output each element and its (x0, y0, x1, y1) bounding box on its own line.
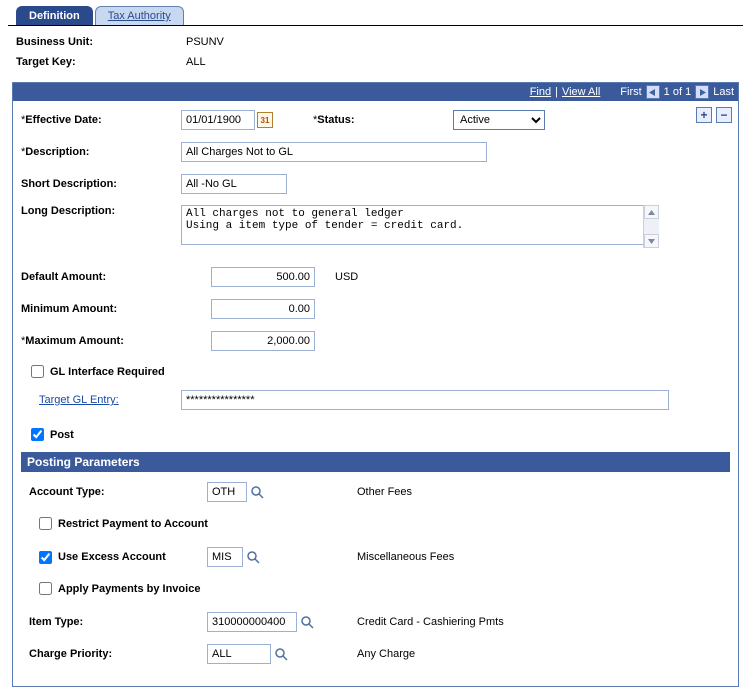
posting-params-header: Posting Parameters (21, 452, 730, 472)
use-excess-input[interactable] (207, 547, 243, 567)
business-unit-value: PSUNV (186, 36, 224, 48)
next-button[interactable] (695, 85, 709, 99)
charge-priority-label: Charge Priority: (21, 648, 207, 660)
long-desc-textarea[interactable] (181, 205, 659, 245)
description-input[interactable] (181, 142, 487, 162)
prev-button[interactable] (646, 85, 660, 99)
item-type-label: Item Type: (21, 616, 207, 628)
separator: | (555, 86, 558, 98)
lookup-icon[interactable] (249, 484, 265, 500)
account-type-label: Account Type: (21, 486, 207, 498)
scroll-up-icon[interactable] (644, 205, 659, 219)
gl-interface-label: GL Interface Required (50, 366, 165, 378)
currency-label: USD (335, 271, 358, 283)
account-type-input[interactable] (207, 482, 247, 502)
page-counter: 1 of 1 (664, 86, 692, 98)
target-gl-input[interactable] (181, 390, 669, 410)
calendar-icon[interactable]: 31 (257, 112, 273, 128)
gl-interface-checkbox[interactable] (31, 365, 44, 378)
use-excess-checkbox[interactable] (39, 551, 52, 564)
post-checkbox[interactable] (31, 428, 44, 441)
default-amount-input[interactable] (211, 267, 315, 287)
status-select[interactable]: Active (453, 110, 545, 130)
business-unit-label: Business Unit: (16, 36, 186, 48)
apply-payments-checkbox[interactable] (39, 582, 52, 595)
item-type-desc: Credit Card - Cashiering Pmts (357, 616, 504, 628)
use-excess-label: Use Excess Account (58, 551, 166, 563)
target-gl-label[interactable]: Target GL Entry: (21, 394, 181, 406)
description-label: Description: (21, 146, 181, 158)
status-label: Status: (313, 114, 453, 126)
account-type-desc: Other Fees (357, 486, 412, 498)
target-key-label: Target Key: (16, 56, 186, 68)
effective-date-input[interactable] (181, 110, 255, 130)
default-amount-label: Default Amount: (21, 271, 181, 283)
short-desc-input[interactable] (181, 174, 287, 194)
charge-priority-desc: Any Charge (357, 648, 415, 660)
find-link[interactable]: Find (530, 86, 551, 98)
delete-row-button[interactable]: − (716, 107, 732, 123)
lookup-icon[interactable] (273, 646, 289, 662)
scroll-down-icon[interactable] (644, 234, 659, 248)
tab-definition[interactable]: Definition (16, 6, 93, 25)
add-row-button[interactable]: + (696, 107, 712, 123)
lookup-icon[interactable] (245, 549, 261, 565)
restrict-payment-checkbox[interactable] (39, 517, 52, 530)
long-desc-label: Long Description: (21, 205, 181, 217)
maximum-amount-label: Maximum Amount: (21, 335, 181, 347)
view-all-link[interactable]: View All (562, 86, 600, 98)
short-desc-label: Short Description: (21, 178, 181, 190)
tab-tax-authority[interactable]: Tax Authority (95, 6, 184, 25)
minimum-amount-input[interactable] (211, 299, 315, 319)
lookup-icon[interactable] (299, 614, 315, 630)
use-excess-desc: Miscellaneous Fees (357, 551, 454, 563)
item-type-input[interactable] (207, 612, 297, 632)
maximum-amount-input[interactable] (211, 331, 315, 351)
restrict-payment-label: Restrict Payment to Account (58, 518, 208, 530)
target-key-value: ALL (186, 56, 206, 68)
minimum-amount-label: Minimum Amount: (21, 303, 181, 315)
charge-priority-input[interactable] (207, 644, 271, 664)
effective-date-label: Effective Date: (21, 114, 181, 126)
post-label: Post (50, 429, 74, 441)
first-label[interactable]: First (620, 86, 641, 98)
last-label[interactable]: Last (713, 86, 734, 98)
apply-payments-label: Apply Payments by Invoice (58, 583, 200, 595)
